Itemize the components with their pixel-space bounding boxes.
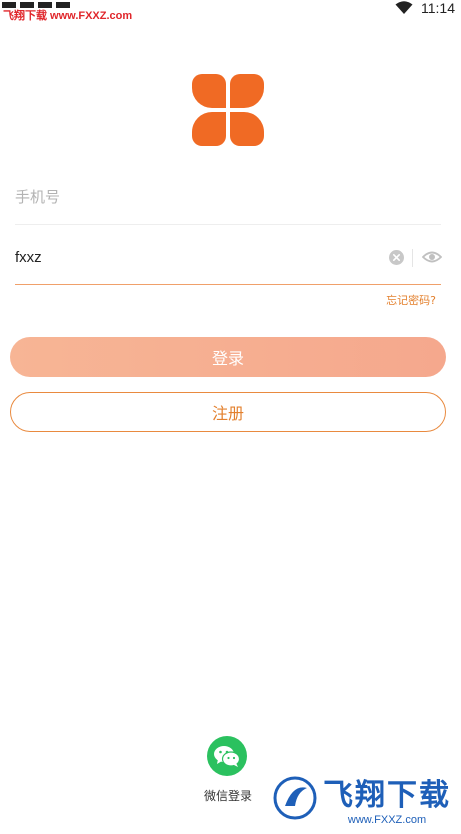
password-field[interactable] — [15, 229, 442, 285]
phone-underline — [15, 224, 441, 225]
forgot-password-link[interactable]: 忘记密码? — [386, 292, 436, 308]
wifi-icon — [395, 1, 413, 14]
watermark-top: 飞翔下载 www.FXXZ.com — [3, 10, 133, 22]
login-button[interactable]: 登录 — [10, 337, 446, 377]
register-button[interactable]: 注册 — [10, 392, 446, 432]
fxxz-logo-icon — [273, 776, 317, 820]
status-bar: 飞翔下载 www.FXXZ.com 11:14 — [0, 0, 461, 24]
watermark-url: www.FXXZ.com — [347, 814, 427, 826]
password-input[interactable] — [15, 229, 375, 285]
eye-icon[interactable] — [422, 249, 442, 265]
app-logo — [192, 74, 264, 146]
clock: 11:14 — [421, 0, 455, 16]
field-divider — [412, 249, 413, 267]
phone-input[interactable] — [15, 169, 375, 225]
wechat-icon — [214, 746, 241, 767]
watermark-bottom-right: 飞翔下载 www.FXXZ.com — [273, 770, 451, 826]
wechat-login-button[interactable] — [207, 736, 247, 776]
watermark-title: 飞翔下载 — [323, 778, 451, 813]
password-underline — [15, 284, 441, 285]
clear-icon[interactable] — [389, 250, 404, 265]
wechat-login-label: 微信登录 — [203, 789, 252, 803]
phone-field[interactable] — [15, 169, 441, 225]
